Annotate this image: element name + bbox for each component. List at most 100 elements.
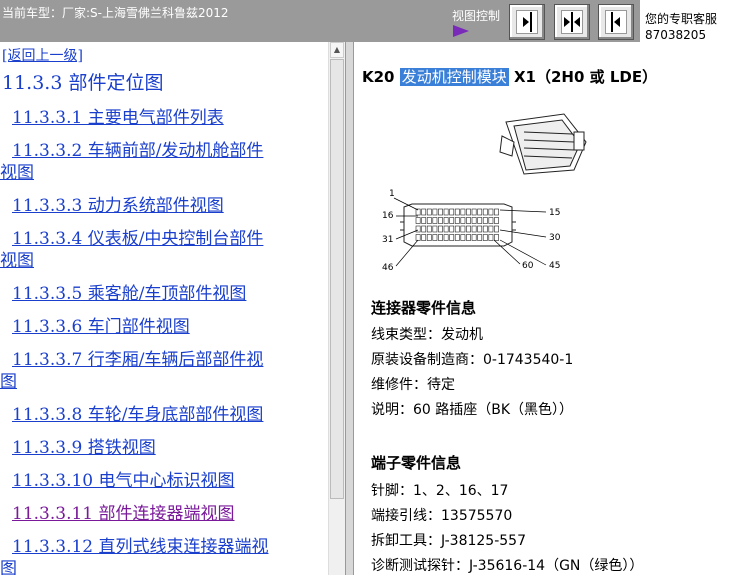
current-vehicle-label: 当前车型：厂家:S-上海雪佛兰科鲁兹2012 xyxy=(2,6,229,20)
connector-pin xyxy=(460,234,466,241)
pane-splitter[interactable] xyxy=(345,42,354,575)
component-code: K20 xyxy=(362,68,395,86)
terminal-info-line: 诊断测试探针：J-35616-14（GN（绿色）） xyxy=(371,558,644,574)
nav-item-front-engine-bay-wrap[interactable]: 视图 xyxy=(0,162,34,184)
view-control-label: 视图控制 xyxy=(452,9,501,23)
connector-pin xyxy=(443,208,449,216)
connector-pin xyxy=(466,217,471,224)
pin-label-16: 16 xyxy=(382,211,394,221)
connector-pin xyxy=(415,217,421,224)
nav-item-electrical-center[interactable]: 11.3.3.10 电气中心标识视图 xyxy=(12,470,235,492)
navigation-pane: [返回上一级] 11.3.3 部件定位图 11.3.3.1 主要电气部件列表 1… xyxy=(0,42,328,575)
connector-pin xyxy=(426,208,432,216)
connector-pin xyxy=(477,208,483,216)
nav-item-connector-end-view[interactable]: 11.3.3.11 部件连接器端视图 xyxy=(12,503,235,525)
pin-label-45: 45 xyxy=(549,261,560,271)
expand-right-pane-icon xyxy=(605,10,627,34)
connector-pin xyxy=(415,234,421,241)
connector-pin xyxy=(466,225,471,233)
connector-pin xyxy=(494,225,499,233)
connector-pin xyxy=(426,234,432,241)
view-right-pane-button[interactable] xyxy=(598,4,634,40)
nav-item-passenger-roof[interactable]: 11.3.3.5 乘客舱/车顶部件视图 xyxy=(12,283,246,305)
connector-pin xyxy=(421,234,427,241)
connector-pin xyxy=(482,217,488,224)
nav-item-instrument-panel-wrap[interactable]: 视图 xyxy=(0,250,34,272)
connector-pin xyxy=(494,234,499,241)
pin-label-1: 1 xyxy=(389,189,395,199)
connector-pin xyxy=(415,225,421,233)
nav-item-trunk-rear[interactable]: 11.3.3.7 行李厢/车辆后部部件视 xyxy=(12,349,263,371)
connector-pin xyxy=(477,217,483,224)
component-name-highlight: 发动机控制模块 xyxy=(399,68,509,86)
connector-info-title: 连接器零件信息 xyxy=(371,299,477,317)
terminal-info-line: 端接引线：13575570 xyxy=(371,508,513,524)
view-left-pane-button[interactable] xyxy=(509,4,545,40)
view-split-pane-button[interactable] xyxy=(554,4,590,40)
split-pane-icon xyxy=(561,10,583,34)
connector-pin xyxy=(466,208,471,216)
connector-pin xyxy=(426,217,432,224)
connector-pin xyxy=(488,208,494,216)
terminal-info-title: 端子零件信息 xyxy=(371,454,462,472)
connector-end-view-diagram: 1 16 31 46 15 30 60 45 xyxy=(382,113,587,273)
component-title: K20 发动机控制模块 X1（2H0 或 LDE） xyxy=(362,66,657,87)
connector-pin xyxy=(482,234,488,241)
back-link[interactable]: [返回上一级] xyxy=(2,45,83,65)
section-heading: 11.3.3 部件定位图 xyxy=(2,72,164,94)
connector-info-line: 维修件：待定 xyxy=(371,377,455,393)
connector-pin xyxy=(443,217,449,224)
connector-pin xyxy=(454,208,460,216)
connector-pin xyxy=(482,225,488,233)
customer-service-label: 您的专职客服 xyxy=(645,12,718,26)
connector-pin xyxy=(443,234,449,241)
connector-pin xyxy=(438,208,443,216)
connector-pin xyxy=(449,208,455,216)
pin-label-60: 60 xyxy=(522,261,534,271)
scroll-thumb[interactable] xyxy=(330,59,344,499)
content-pane: K20 发动机控制模块 X1（2H0 或 LDE） 1 16 31 46 15 … xyxy=(354,42,737,575)
nav-item-instrument-panel[interactable]: 11.3.3.4 仪表板/中央控制台部件 xyxy=(12,228,263,250)
connector-pin xyxy=(482,208,488,216)
nav-item-trunk-rear-wrap[interactable]: 图 xyxy=(0,371,17,393)
connector-pin xyxy=(488,234,494,241)
terminal-info-line: 拆卸工具：J-38125-557 xyxy=(371,533,526,549)
connector-pin xyxy=(466,234,471,241)
customer-service-panel: 您的专职客服 87038205 xyxy=(640,0,737,42)
connector-pin xyxy=(488,225,494,233)
terminal-info-line: 针脚：1、2、16、17 xyxy=(371,483,509,499)
nav-item-ground[interactable]: 11.3.3.9 搭铁视图 xyxy=(12,437,156,459)
pin-label-46: 46 xyxy=(382,263,394,273)
connector-pin xyxy=(426,225,432,233)
nav-item-inline-connector[interactable]: 11.3.3.12 直列式线束连接器端视 xyxy=(12,536,269,558)
nav-item-main-electrical-list[interactable]: 11.3.3.1 主要电气部件列表 xyxy=(12,107,224,129)
nav-scrollbar[interactable]: ▲ xyxy=(328,42,345,575)
scroll-up-arrow-icon[interactable]: ▲ xyxy=(330,42,344,58)
pin-label-31: 31 xyxy=(382,235,393,245)
connector-pin xyxy=(449,217,455,224)
connector-pin xyxy=(449,225,455,233)
connector-pin xyxy=(415,208,421,216)
connector-pin xyxy=(460,217,466,224)
connector-pin xyxy=(477,225,483,233)
nav-item-front-engine-bay[interactable]: 11.3.3.2 车辆前部/发动机舱部件 xyxy=(12,140,263,162)
nav-item-powertrain[interactable]: 11.3.3.3 动力系统部件视图 xyxy=(12,195,224,217)
connector-pin xyxy=(494,217,499,224)
customer-service-number: 87038205 xyxy=(645,28,707,42)
connector-pin xyxy=(421,225,427,233)
connector-pin xyxy=(471,225,477,233)
connector-pin xyxy=(443,225,449,233)
nav-item-door[interactable]: 11.3.3.6 车门部件视图 xyxy=(12,316,190,338)
connector-pin xyxy=(477,234,483,241)
connector-pin xyxy=(454,225,460,233)
connector-pin xyxy=(432,234,438,241)
connector-pin xyxy=(432,208,438,216)
nav-item-wheel-underbody[interactable]: 11.3.3.8 车轮/车身底部部件视图 xyxy=(12,404,263,426)
connector-pin xyxy=(471,217,477,224)
expand-left-pane-icon xyxy=(516,10,538,34)
connector-pin xyxy=(438,234,443,241)
connector-pin xyxy=(488,217,494,224)
connector-pin xyxy=(432,217,438,224)
nav-item-inline-connector-wrap[interactable]: 图 xyxy=(0,558,17,575)
connector-pin xyxy=(421,217,427,224)
